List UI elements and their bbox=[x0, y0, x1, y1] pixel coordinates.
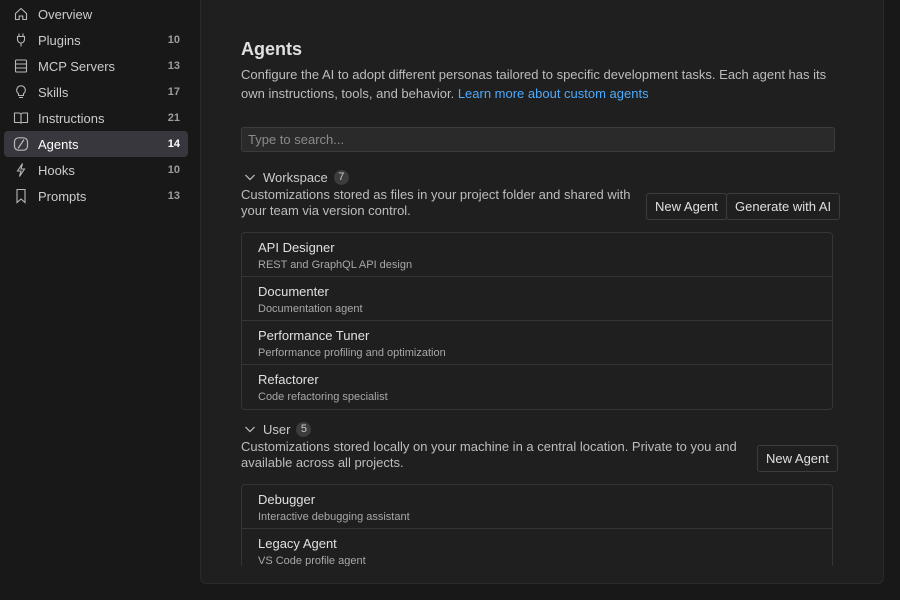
sidebar-item-plugins[interactable]: Plugins 10 bbox=[4, 27, 188, 53]
sidebar-item-instructions[interactable]: Instructions 21 bbox=[4, 105, 188, 131]
section-name: User bbox=[263, 421, 291, 437]
sidebar-item-count: 10 bbox=[167, 34, 180, 46]
user-agent-list: Debugger Interactive debugging assistant… bbox=[241, 484, 833, 566]
agent-name: Refactorer bbox=[258, 372, 319, 387]
section-count-badge: 5 bbox=[296, 421, 312, 437]
sidebar-item-count: 13 bbox=[167, 190, 180, 202]
server-icon bbox=[13, 58, 29, 74]
sidebar-item-agents[interactable]: Agents 14 bbox=[4, 131, 188, 157]
agent-name: API Designer bbox=[258, 240, 335, 255]
agent-icon bbox=[13, 136, 29, 152]
main-panel: Agents Configure the AI to adopt differe… bbox=[200, 0, 884, 584]
section-header-user[interactable]: User 5 bbox=[241, 420, 312, 438]
sidebar-item-label: Overview bbox=[38, 6, 93, 22]
book-icon bbox=[13, 110, 29, 126]
sidebar-item-count: 14 bbox=[167, 138, 180, 150]
sidebar: Overview Plugins 10 MCP Servers 13 Skill… bbox=[0, 0, 200, 600]
section-description: Customizations stored locally on your ma… bbox=[241, 439, 737, 470]
list-item[interactable]: Refactorer Code refactoring specialist bbox=[242, 365, 832, 409]
list-item[interactable]: Documenter Documentation agent bbox=[242, 277, 832, 321]
agent-name: Performance Tuner bbox=[258, 328, 370, 343]
lightning-icon bbox=[13, 162, 29, 178]
sidebar-item-label: Agents bbox=[38, 136, 79, 152]
agent-description: Code refactoring specialist bbox=[258, 391, 388, 403]
page-title: Agents bbox=[241, 39, 303, 59]
sidebar-item-mcp-servers[interactable]: MCP Servers 13 bbox=[4, 53, 188, 79]
page-description: Configure the AI to adopt different pers… bbox=[241, 65, 837, 103]
list-item[interactable]: Legacy Agent VS Code profile agent bbox=[242, 529, 832, 566]
sidebar-item-overview[interactable]: Overview bbox=[4, 1, 188, 27]
section-name: Workspace bbox=[263, 169, 328, 185]
sidebar-item-label: Instructions bbox=[38, 110, 105, 126]
section-header-workspace[interactable]: Workspace 7 bbox=[241, 168, 349, 186]
search-input[interactable] bbox=[241, 127, 835, 152]
home-icon bbox=[13, 6, 29, 22]
sidebar-item-count: 10 bbox=[167, 164, 180, 176]
sidebar-item-label: Prompts bbox=[38, 188, 87, 204]
lightbulb-icon bbox=[13, 84, 29, 100]
sidebar-item-count: 21 bbox=[167, 112, 180, 124]
new-agent-button[interactable]: New Agent bbox=[757, 445, 838, 472]
agent-name: Documenter bbox=[258, 284, 329, 299]
agent-description: VS Code profile agent bbox=[258, 555, 366, 566]
sidebar-item-count: 13 bbox=[167, 60, 180, 72]
agent-name: Debugger bbox=[258, 492, 316, 507]
learn-more-link[interactable]: Learn more about custom agents bbox=[458, 86, 649, 101]
agent-description: Performance profiling and optimization bbox=[258, 347, 446, 359]
agent-description: REST and GraphQL API design bbox=[258, 259, 413, 271]
bookmark-icon bbox=[13, 188, 29, 204]
sidebar-item-label: Hooks bbox=[38, 162, 75, 178]
sidebar-item-prompts[interactable]: Prompts 13 bbox=[4, 183, 188, 209]
workspace-agent-list: API Designer REST and GraphQL API design… bbox=[241, 232, 833, 410]
sidebar-item-label: Plugins bbox=[38, 32, 81, 48]
list-item[interactable]: API Designer REST and GraphQL API design bbox=[242, 233, 832, 277]
sidebar-item-label: MCP Servers bbox=[38, 58, 116, 74]
sidebar-item-skills[interactable]: Skills 17 bbox=[4, 79, 188, 105]
list-item[interactable]: Debugger Interactive debugging assistant bbox=[242, 485, 832, 529]
sidebar-item-label: Skills bbox=[38, 84, 69, 100]
section-description: Customizations stored as files in your p… bbox=[241, 187, 631, 218]
generate-with-ai-button[interactable]: Generate with AI bbox=[726, 193, 841, 220]
chevron-down-icon bbox=[242, 169, 258, 185]
section-count-badge: 7 bbox=[333, 169, 349, 185]
chevron-down-icon bbox=[242, 421, 258, 437]
list-item[interactable]: Performance Tuner Performance profiling … bbox=[242, 321, 832, 365]
agent-description: Interactive debugging assistant bbox=[258, 511, 410, 523]
sidebar-item-count: 17 bbox=[167, 86, 180, 98]
plug-icon bbox=[13, 32, 29, 48]
agent-name: Legacy Agent bbox=[258, 536, 337, 551]
sidebar-item-hooks[interactable]: Hooks 10 bbox=[4, 157, 188, 183]
scroll-area[interactable]: Agents Configure the AI to adopt differe… bbox=[201, 0, 885, 566]
new-agent-button[interactable]: New Agent bbox=[646, 193, 727, 220]
agent-description: Documentation agent bbox=[258, 303, 363, 315]
